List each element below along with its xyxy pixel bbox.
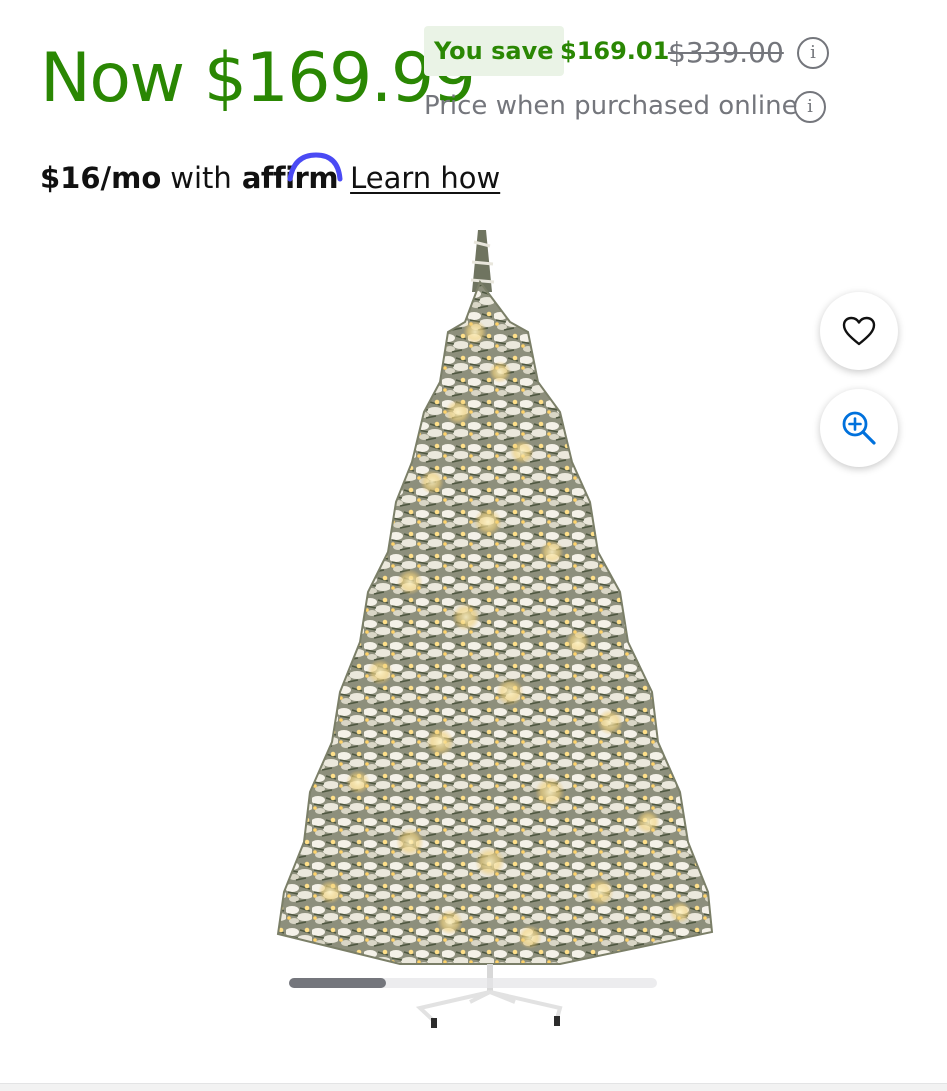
heart-outline-icon — [842, 316, 876, 346]
product-price-section: Now $169.99 You save $169.01 $339.00 i P… — [0, 0, 947, 1091]
was-price: $339.00 — [668, 36, 784, 69]
online-price-note: Price when purchased online — [424, 91, 798, 121]
zoom-button[interactable] — [820, 389, 898, 467]
monthly-payment: $16/mo — [40, 161, 162, 195]
section-divider — [0, 1083, 947, 1091]
info-icon[interactable]: i — [797, 37, 829, 69]
favorite-button[interactable] — [820, 292, 898, 370]
affirm-logo: affirm — [242, 152, 343, 195]
save-amount: $169.01 — [560, 37, 670, 65]
image-carousel-indicator[interactable] — [289, 978, 386, 988]
zoom-in-icon — [842, 411, 876, 445]
you-save-badge: You save — [424, 26, 564, 76]
financing-with-text: with — [170, 161, 232, 195]
current-price: Now $169.99 — [40, 39, 476, 118]
affirm-arc-icon — [287, 152, 343, 182]
product-image-christmas-tree[interactable] — [260, 222, 730, 1032]
info-icon[interactable]: i — [794, 91, 826, 123]
financing-row: $16/mo with affirm Learn how — [40, 152, 500, 200]
learn-how-link[interactable]: Learn how — [350, 161, 500, 195]
